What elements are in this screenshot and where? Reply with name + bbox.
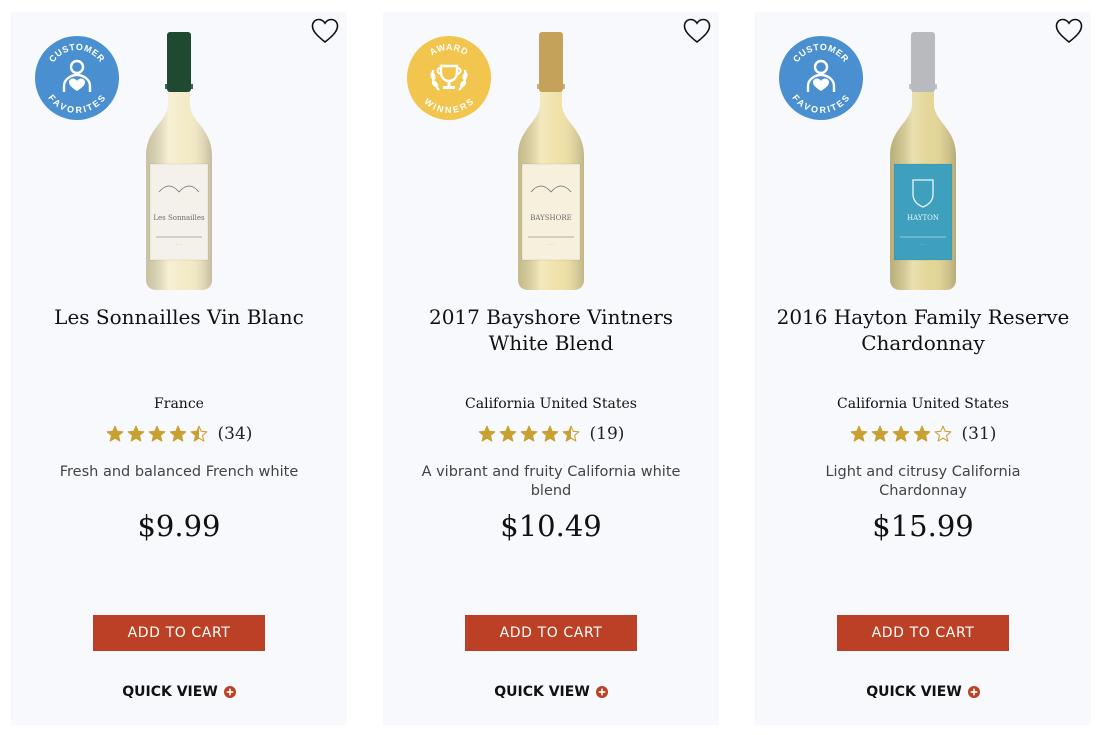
product-region: California United States xyxy=(837,396,1009,412)
star-full-icon xyxy=(127,425,144,442)
quick-view-label: QUICK VIEW xyxy=(866,684,962,700)
product-description: Fresh and balanced French white xyxy=(59,464,299,480)
product-name[interactable]: 2017 Bayshore Vintners White Blend xyxy=(397,304,705,356)
add-to-cart-button[interactable]: ADD TO CART xyxy=(837,615,1009,651)
star-rating xyxy=(478,425,580,443)
star-full-icon xyxy=(169,425,186,442)
add-to-cart-button[interactable]: ADD TO CART xyxy=(465,615,637,651)
svg-text:· · ·: · · · xyxy=(548,243,554,247)
product-card: CUSTOMER FAVORITES HAYTON · · · 2016 Hayto… xyxy=(755,12,1091,725)
customer-favorites-badge: CUSTOMERFAVORITES xyxy=(35,36,119,120)
product-rating: (31) xyxy=(755,424,1091,444)
star-half-icon xyxy=(562,425,579,442)
plus-circle-icon xyxy=(595,686,608,698)
product-name[interactable]: Les Sonnailles Vin Blanc xyxy=(25,304,333,330)
plus-circle-icon xyxy=(967,686,980,698)
product-rating: (34) xyxy=(11,424,347,444)
review-count[interactable]: (31) xyxy=(962,424,997,444)
star-full-icon xyxy=(478,425,495,442)
star-full-icon xyxy=(871,425,888,442)
heart-icon[interactable] xyxy=(683,18,711,44)
star-full-icon xyxy=(106,425,123,442)
product-description: Light and citrusy California Chardonnay xyxy=(825,464,1021,499)
svg-text:BAYSHORE: BAYSHORE xyxy=(530,214,572,222)
customer-favorites-badge: CUSTOMERFAVORITES xyxy=(779,36,863,120)
product-card: AWARD WINNERS BAYSHORE · · · 2017 Bayshore… xyxy=(383,12,719,725)
award-winners-badge: AWARDWINNERS xyxy=(407,36,491,120)
svg-text:· · ·: · · · xyxy=(920,243,926,247)
star-full-icon xyxy=(850,425,867,442)
product-price: $10.49 xyxy=(500,509,602,543)
product-price: $9.99 xyxy=(137,509,221,543)
star-full-icon xyxy=(892,425,909,442)
plus-circle-icon xyxy=(223,686,236,698)
heart-icon[interactable] xyxy=(1055,18,1083,44)
star-full-icon xyxy=(541,425,558,442)
wine-bottle-image[interactable]: Les Sonnailles · · · xyxy=(129,32,229,292)
star-full-icon xyxy=(520,425,537,442)
review-count[interactable]: (19) xyxy=(590,424,625,444)
quick-view-link[interactable]: QUICK VIEW xyxy=(755,684,1091,700)
review-count[interactable]: (34) xyxy=(218,424,253,444)
product-price: $15.99 xyxy=(872,509,974,543)
product-rating: (19) xyxy=(383,424,719,444)
wine-bottle-image[interactable]: HAYTON · · · xyxy=(873,32,973,292)
star-rating xyxy=(106,425,208,443)
quick-view-label: QUICK VIEW xyxy=(494,684,590,700)
product-region: France xyxy=(154,396,204,412)
product-region: California United States xyxy=(465,396,637,412)
svg-text:· · ·: · · · xyxy=(176,243,182,247)
star-full-icon xyxy=(499,425,516,442)
svg-text:HAYTON: HAYTON xyxy=(907,214,939,222)
product-name[interactable]: 2016 Hayton Family Reserve Chardonnay xyxy=(769,304,1077,356)
quick-view-link[interactable]: QUICK VIEW xyxy=(383,684,719,700)
wine-bottle-image[interactable]: BAYSHORE · · · xyxy=(501,32,601,292)
heart-icon[interactable] xyxy=(311,18,339,44)
product-card: CUSTOMER FAVORITES Les Sonnailles · · · Le… xyxy=(11,12,347,725)
quick-view-label: QUICK VIEW xyxy=(122,684,218,700)
star-full-icon xyxy=(913,425,930,442)
star-rating xyxy=(850,425,952,443)
star-empty-icon xyxy=(934,425,951,442)
star-full-icon xyxy=(148,425,165,442)
star-half-icon xyxy=(190,425,207,442)
quick-view-link[interactable]: QUICK VIEW xyxy=(11,684,347,700)
svg-text:Les Sonnailles: Les Sonnailles xyxy=(153,214,205,222)
add-to-cart-button[interactable]: ADD TO CART xyxy=(93,615,265,651)
product-description: A vibrant and fruity California white bl… xyxy=(421,464,681,499)
product-grid: CUSTOMER FAVORITES Les Sonnailles · · · Le… xyxy=(0,0,1100,735)
